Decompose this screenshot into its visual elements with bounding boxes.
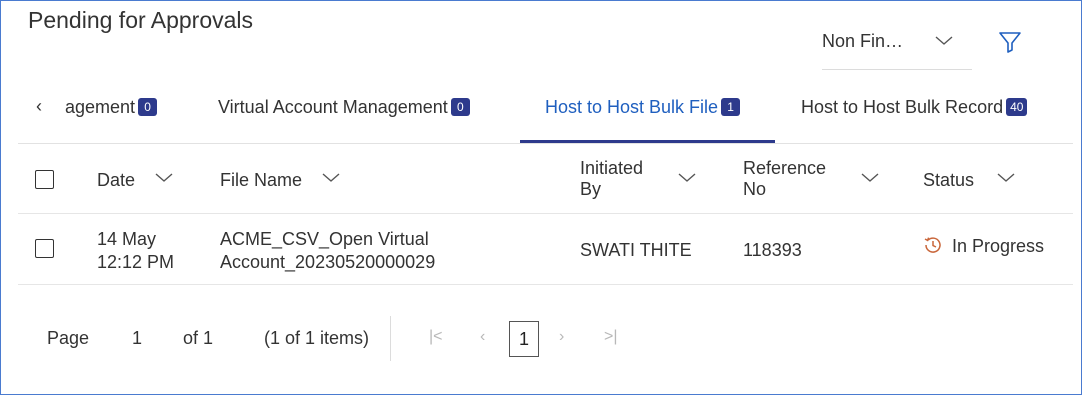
tab-virtual-account-management[interactable]: Virtual Account Management 0 <box>218 97 470 118</box>
column-initiated-by[interactable]: Initiated By <box>580 158 643 200</box>
divider <box>18 284 1073 285</box>
sort-date-icon[interactable] <box>152 166 176 195</box>
sort-status-icon[interactable] <box>994 166 1018 195</box>
column-reference-no[interactable]: Reference No <box>743 158 826 200</box>
tab-account-management[interactable]: agement 0 <box>65 97 158 118</box>
column-file-name[interactable]: File Name <box>220 170 302 191</box>
tab-host-to-host-bulk-file[interactable]: Host to Host Bulk File 1 <box>545 97 741 118</box>
tab-label: Host to Host Bulk File <box>545 97 719 117</box>
clock-history-icon <box>922 234 944 262</box>
tab-count-badge: 1 <box>721 98 741 116</box>
status-label: In Progress <box>952 236 1045 256</box>
chevron-down-icon <box>932 29 956 58</box>
divider <box>390 316 391 361</box>
page-label: Page <box>47 328 90 348</box>
reference-no-link[interactable]: 118393 <box>743 239 802 262</box>
row-date-time: 12:12 PM <box>97 252 175 272</box>
tab-label: Host to Host Bulk Record <box>801 97 1004 117</box>
column-initiated-by-label: Initiated <box>580 158 644 178</box>
row-date: 14 May 12:12 PM <box>97 228 174 274</box>
transaction-type-value: Non Fin… <box>822 31 904 51</box>
tab-count-badge: 40 <box>1006 98 1028 116</box>
page-number-input[interactable]: 1 <box>132 328 142 349</box>
transaction-type-dropdown[interactable]: Non Fin… <box>822 31 972 70</box>
column-date-label: Date <box>97 170 136 190</box>
approvals-panel: Pending for Approvals Non Fin… ‹ agement… <box>0 0 1082 395</box>
page-title: Pending for Approvals <box>28 7 254 33</box>
current-page-button[interactable]: 1 <box>509 321 539 357</box>
tab-label: agement <box>65 97 136 117</box>
table-header: Date File Name Initiated By Reference No… <box>1 144 1081 213</box>
table-row[interactable]: 14 May 12:12 PM ACME_CSV_Open Virtual Ac… <box>1 214 1081 284</box>
last-page-icon[interactable]: >| <box>604 328 618 346</box>
page-total: of 1 <box>183 328 214 348</box>
column-date[interactable]: Date <box>97 170 135 191</box>
row-file-name: ACME_CSV_Open Virtual Account_2023052000… <box>220 228 435 274</box>
next-page-icon[interactable]: › <box>559 328 564 346</box>
column-reference-label: Reference <box>743 158 827 178</box>
row-file-name-line: Account_20230520000029 <box>220 252 436 272</box>
row-date-day: 14 May <box>97 229 157 249</box>
items-summary: (1 of 1 items) <box>264 328 370 348</box>
column-status[interactable]: Status <box>923 170 974 191</box>
tab-host-to-host-bulk-record[interactable]: Host to Host Bulk Record 40 <box>801 97 1028 118</box>
sort-initiated-by-icon[interactable] <box>675 166 699 195</box>
sort-file-name-icon[interactable] <box>319 166 343 195</box>
row-status: In Progress <box>922 234 1044 262</box>
approval-tabs: ‹ agement 0 Virtual Account Management 0 H… <box>1 85 1081 143</box>
sort-reference-icon[interactable] <box>858 166 882 195</box>
select-all-checkbox[interactable] <box>35 170 54 189</box>
chevron-left-icon[interactable]: ‹ <box>36 96 42 117</box>
column-initiated-by-label: By <box>580 179 602 199</box>
column-reference-label: No <box>743 179 767 199</box>
previous-page-icon[interactable]: ‹ <box>480 328 485 346</box>
row-file-name-line: ACME_CSV_Open Virtual <box>220 229 429 249</box>
tab-count-badge: 0 <box>138 98 158 116</box>
tab-count-badge: 0 <box>450 98 470 116</box>
tab-label: Virtual Account Management <box>218 97 448 117</box>
first-page-icon[interactable]: |< <box>429 328 443 346</box>
pagination: Page 1 of 1 (1 of 1 items) |< ‹ 1 › >| <box>1 316 1081 366</box>
funnel-icon[interactable] <box>997 29 1023 60</box>
row-initiated-by: SWATI THITE <box>580 240 692 260</box>
row-checkbox[interactable] <box>35 239 54 258</box>
column-status-label: Status <box>923 170 975 190</box>
column-file-name-label: File Name <box>220 170 303 190</box>
